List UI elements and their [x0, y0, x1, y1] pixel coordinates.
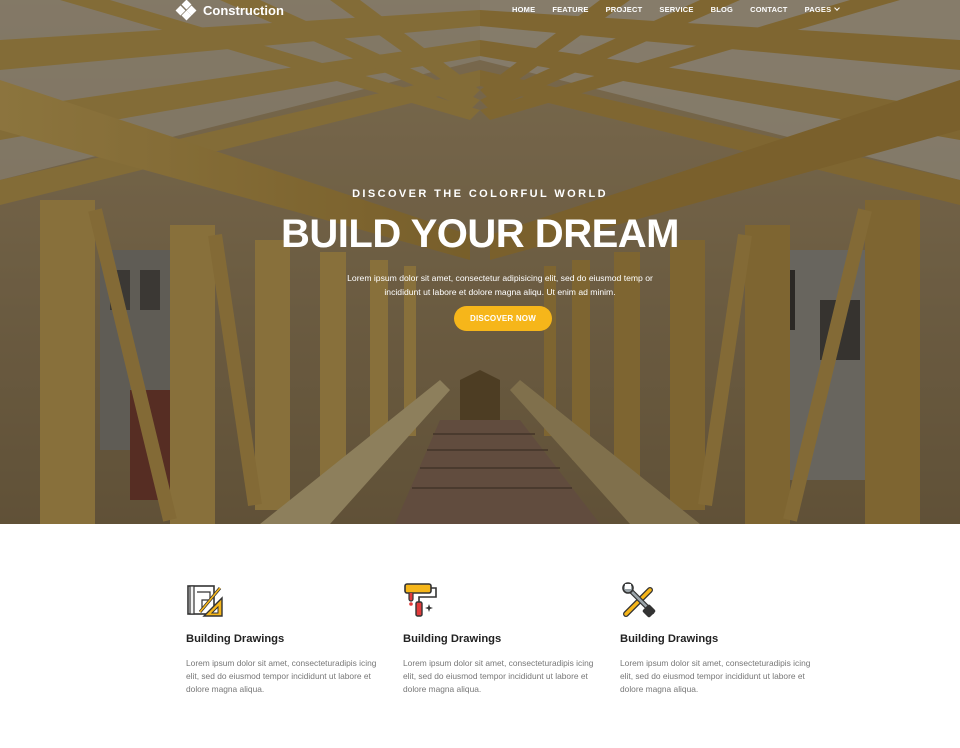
feature-description: Lorem ipsum dolor sit amet, consectetura… [620, 658, 811, 694]
nav-item-pages[interactable]: PAGES [804, 5, 841, 14]
hero-section: Construction HOME FEATURE PROJECT SERVIC… [0, 0, 960, 524]
brand-logo[interactable]: Construction [175, 0, 284, 21]
hero-dark-overlay [0, 0, 960, 524]
hero-title: BUILD YOUR DREAM [281, 212, 679, 256]
wrench-screwdriver-icon [622, 582, 656, 618]
feature-card: Building Drawings Lorem ipsum dolor sit … [403, 582, 603, 696]
nav-item-blog[interactable]: BLOG [711, 5, 733, 14]
top-navigation: Construction HOME FEATURE PROJECT SERVIC… [0, 0, 960, 21]
nav-item-pages-label: PAGES [804, 5, 832, 14]
main-menu: HOME FEATURE PROJECT SERVICE BLOG CONTAC… [512, 5, 856, 14]
blueprint-drawing-icon [187, 585, 223, 617]
nav-item-feature[interactable]: FEATURE [552, 5, 588, 14]
chevron-down-icon [834, 5, 841, 11]
feature-title: Building Drawings [403, 633, 502, 645]
nav-item-contact[interactable]: CONTACT [750, 5, 788, 14]
feature-description: Lorem ipsum dolor sit amet, consectetura… [403, 658, 594, 694]
brand-name: Construction [203, 2, 284, 18]
nav-item-service[interactable]: SERVICE [659, 5, 693, 14]
paint-roller-icon [404, 583, 437, 617]
nav-item-home[interactable]: HOME [512, 5, 535, 14]
feature-title: Building Drawings [186, 633, 285, 645]
nav-item-project[interactable]: PROJECT [606, 5, 643, 14]
hero-description: Lorem ipsum dolor sit amet, consectetur … [347, 273, 653, 297]
diamond-grid-logo-icon [175, 0, 197, 21]
hero-kicker: DISCOVER THE COLORFUL WORLD [352, 188, 608, 200]
feature-card: Building Drawings Lorem ipsum dolor sit … [620, 582, 820, 696]
feature-card: Building Drawings Lorem ipsum dolor sit … [186, 582, 386, 696]
feature-title: Building Drawings [620, 633, 719, 645]
discover-now-button[interactable]: DISCOVER NOW [454, 306, 552, 331]
features-section: Building Drawings Lorem ipsum dolor sit … [0, 524, 960, 748]
feature-description: Lorem ipsum dolor sit amet, consectetura… [186, 658, 377, 694]
